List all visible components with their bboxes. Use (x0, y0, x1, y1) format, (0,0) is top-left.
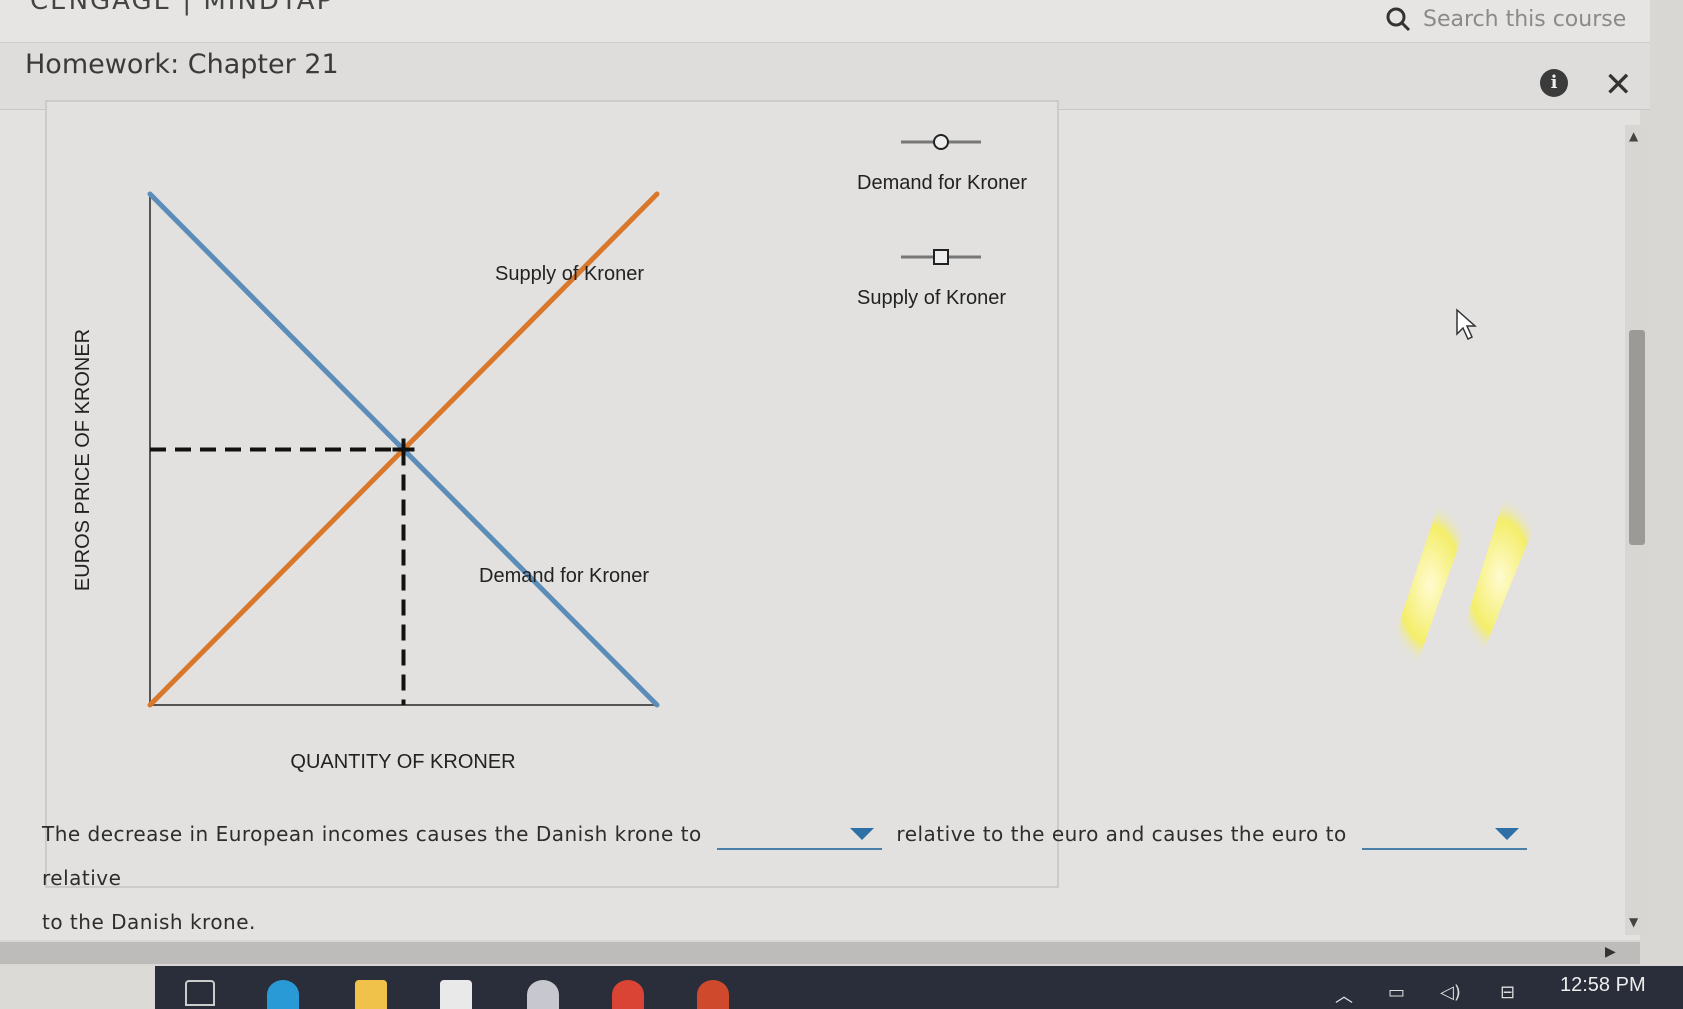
euro-dropdown[interactable] (1361, 822, 1527, 850)
info-icon[interactable]: i (1540, 69, 1568, 97)
question-part-3: relative (42, 866, 122, 890)
scroll-down-icon[interactable]: ▼ (1629, 915, 1638, 929)
file-explorer-icon[interactable] (355, 980, 387, 1009)
square-marker-icon (901, 249, 981, 265)
supply-curve-label: Supply of Kroner (495, 263, 644, 285)
demand-curve-label: Demand for Kroner (479, 565, 649, 587)
taskbar: ︿ ▭ ◁) ⊟ 12:58 PM (0, 966, 1683, 1009)
keyboard-icon[interactable]: ⊟ (1500, 982, 1515, 1003)
task-view-icon[interactable] (185, 980, 215, 1006)
chevron-up-icon[interactable]: ︿ (1335, 982, 1353, 1008)
question-part-2: relative to the euro and causes the euro… (896, 822, 1347, 846)
legend-demand-label: Demand for Kroner (857, 172, 1028, 194)
graph-panel: Supply of Kroner Demand for Kroner QUANTIT… (45, 100, 1059, 888)
top-bar: CENGAGE | MINDTAP Search this course (0, 0, 1650, 43)
search-placeholder: Search this course (1423, 6, 1627, 32)
close-icon[interactable]: ✕ (1604, 65, 1633, 105)
scroll-up-icon[interactable]: ▲ (1629, 129, 1638, 143)
krone-dropdown[interactable] (716, 822, 882, 850)
horizontal-scrollbar[interactable]: ▶ (0, 942, 1640, 964)
network-icon[interactable]: ▭ (1388, 982, 1405, 1003)
question-text: The decrease in European incomes causes … (42, 812, 1602, 944)
edge-icon[interactable] (267, 980, 299, 1009)
page-title: Homework: Chapter 21 (25, 49, 339, 80)
taskbar-left (0, 966, 155, 1009)
chevron-down-icon (849, 827, 874, 840)
snipping-tool-icon[interactable] (527, 980, 559, 1009)
legend-supply[interactable]: Supply of Kroner (827, 232, 1067, 347)
legend-demand[interactable]: Demand for Kroner (827, 117, 1067, 232)
question-part-4: to the Danish krone. (42, 910, 256, 934)
scroll-right-icon[interactable]: ▶ (1605, 944, 1616, 960)
circle-marker-icon (901, 134, 981, 150)
store-icon[interactable] (440, 980, 472, 1009)
brand-logo: CENGAGE | MINDTAP (30, 0, 335, 16)
screen-glare (1385, 495, 1545, 670)
clock-time: 12:58 PM (1560, 974, 1646, 996)
mouse-cursor-icon (1456, 308, 1477, 341)
powerpoint-icon[interactable] (697, 980, 729, 1009)
search-icon (1386, 7, 1411, 32)
chevron-down-icon (1494, 827, 1519, 840)
question-part-1: The decrease in European incomes causes … (42, 822, 702, 846)
y-axis-label: EUROS PRICE OF KRONER (72, 329, 94, 591)
x-axis-label: QUANTITY OF KRONER (290, 751, 515, 773)
chrome-icon[interactable] (612, 980, 644, 1009)
volume-icon[interactable]: ◁) (1440, 982, 1461, 1003)
vertical-scrollbar[interactable]: ▲ ▼ (1625, 125, 1647, 935)
legend-supply-label: Supply of Kroner (857, 287, 1006, 309)
chart-legend: Demand for Kroner Supply of Kroner (827, 117, 1067, 347)
supply-demand-chart: Supply of Kroner Demand for Kroner QUANTIT… (72, 191, 660, 773)
search-box[interactable]: Search this course (1385, 6, 1626, 32)
scrollbar-thumb[interactable] (1629, 330, 1645, 545)
